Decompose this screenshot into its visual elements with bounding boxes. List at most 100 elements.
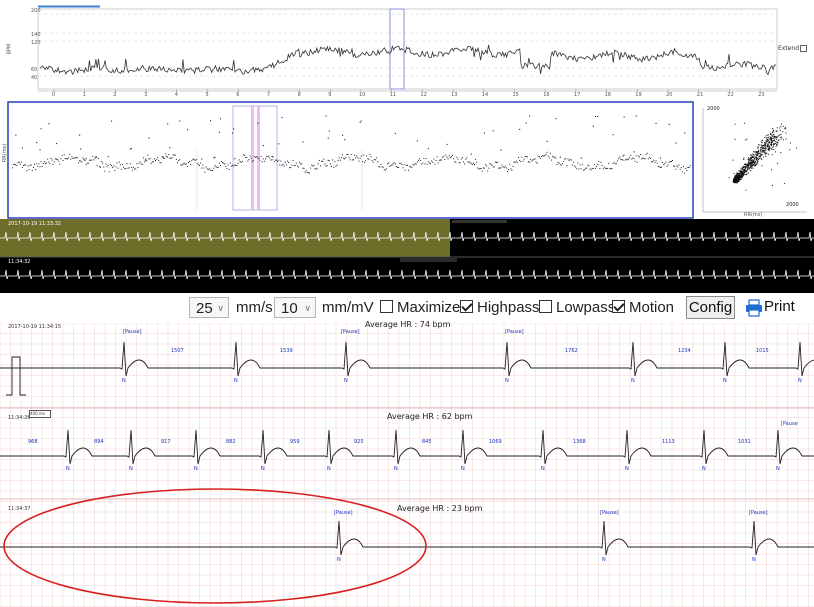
- beat-label: N: [66, 466, 70, 472]
- trend-hour-label: 23: [758, 92, 765, 98]
- speed-select[interactable]: 25 ∨: [189, 297, 229, 318]
- ecg-row1-pause-label-2[interactable]: [Pause]: [341, 329, 360, 335]
- chevron-down-icon: ∨: [217, 303, 224, 313]
- trend-hour-label: 20: [666, 92, 673, 98]
- trend-ytick-40: 40: [31, 75, 38, 81]
- ecg-row3-pause-label-1[interactable]: [Pause]: [334, 510, 353, 516]
- scatter-bottom-label: 2000: [786, 202, 799, 208]
- beat-label: N: [723, 378, 727, 384]
- maximize-checkbox[interactable]: [380, 300, 393, 313]
- beat-label: N: [752, 557, 756, 563]
- lowpass-checkbox[interactable]: [539, 300, 552, 313]
- motion-label[interactable]: Motion: [629, 298, 674, 318]
- highpass-label[interactable]: Highpass: [477, 298, 540, 318]
- print-button[interactable]: Print: [745, 297, 805, 319]
- ecg-row2-interval-8: 1069: [489, 439, 502, 445]
- ecg-row2-timestamp: 11:34:26: [8, 415, 31, 421]
- strip1-timestamp: 2017-10-19 11:33:32: [8, 221, 62, 227]
- ecg-row3-avg-hr: Average HR : 23 bpm: [397, 504, 483, 513]
- gain-value: 10: [281, 300, 298, 317]
- ecg-overview-strips[interactable]: [0, 219, 814, 295]
- gain-select[interactable]: 10 ∨: [274, 297, 316, 318]
- config-button[interactable]: Config: [686, 296, 735, 319]
- speed-unit: mm/s: [236, 299, 273, 316]
- config-button-label: Config: [688, 299, 733, 316]
- lowpass-label[interactable]: Lowpass: [556, 298, 615, 318]
- ecg-row3-pause-label-3[interactable]: [Pause]: [749, 510, 768, 516]
- ecg-row1-interval-5: 1015: [756, 348, 769, 354]
- ecg-row2-interval-10: 1113: [662, 439, 675, 445]
- trend-hour-label: 0: [52, 92, 56, 98]
- rr-y-label: RR(ms): [2, 143, 9, 163]
- ecg-toolbar: 25 ∨ mm/s 10 ∨ mm/mV Maximize Highpass Low…: [0, 293, 814, 323]
- ecg-row2-pause-label-1[interactable]: [Pause: [781, 421, 798, 427]
- trend-hour-label: 15: [512, 92, 519, 98]
- trend-y-label: BPM: [6, 43, 13, 55]
- trend-hour-label: 21: [696, 92, 704, 98]
- ecg-row2-interval-6: 925: [354, 439, 364, 445]
- ecg-row3-pause-label-2[interactable]: [Pause]: [600, 510, 619, 516]
- ecg-row1-pause-label-3[interactable]: [Pause]: [505, 329, 524, 335]
- beat-label: N: [798, 378, 802, 384]
- trend-hour-label: 19: [635, 92, 642, 98]
- trend-hour-label: 12: [420, 92, 427, 98]
- ecg-row1-interval-3: 1762: [565, 348, 578, 354]
- trend-hour-label: 16: [543, 92, 550, 98]
- speed-value: 25: [196, 300, 213, 317]
- ecg-row2-pause-text-1: Pause: [782, 421, 798, 427]
- beat-label: N: [234, 378, 238, 384]
- motion-checkbox[interactable]: [612, 300, 625, 313]
- trend-hour-label: 10: [359, 92, 366, 98]
- trend-ytick-60: 60: [31, 67, 38, 73]
- extend-checkbox[interactable]: Extend: [778, 45, 807, 52]
- ecg-row1-interval-2: 1539: [280, 348, 293, 354]
- beat-label: N: [541, 466, 545, 472]
- ecg-row2-interval-11: 1031: [738, 439, 751, 445]
- beat-label: N: [122, 378, 126, 384]
- extend-checkbox-box[interactable]: [800, 45, 807, 52]
- beat-label: N: [344, 378, 348, 384]
- ecg-row2-avg-hr: Average HR : 62 bpm: [387, 412, 473, 421]
- ecg-detail-panel[interactable]: N N N N N N N N N N N N N N N N N N N N N: [0, 323, 814, 607]
- ecg-row2-interval-5: 959: [290, 439, 300, 445]
- ecg-row2-scale-label: 400 ms: [30, 411, 45, 416]
- trend-hour-label: 7: [266, 92, 271, 98]
- ecg-row3-pause-text-1: Pause: [335, 510, 351, 516]
- ecg-row2-interval-4: 882: [226, 439, 236, 445]
- maximize-label[interactable]: Maximize: [397, 298, 460, 318]
- trend-hour-label: 8: [297, 92, 301, 98]
- scatter-x-label: RR(ms): [744, 212, 763, 218]
- calibration-pulse: [6, 356, 26, 396]
- beat-label: N: [505, 378, 509, 384]
- hr-trend-panel[interactable]: [0, 0, 814, 100]
- ecg-row1-timestamp: 2017-10-19 11:34:15: [8, 324, 62, 330]
- ecg-row1-avg-hr: Average HR : 74 bpm: [365, 320, 451, 329]
- beat-label: N: [129, 466, 133, 472]
- ecg-row2-interval-1: 968: [28, 439, 38, 445]
- chevron-down-icon: ∨: [304, 303, 311, 313]
- ecg-row1-pause-label-1[interactable]: [Pause]: [123, 329, 142, 335]
- ecg-row1-pause-text-3: Pause: [506, 329, 522, 335]
- ecg-row2-interval-9: 1368: [573, 439, 586, 445]
- ecg-row2-interval-7: 845: [422, 439, 432, 445]
- trend-hour-label: 3: [144, 92, 148, 98]
- trend-hour-label: 6: [236, 92, 240, 98]
- ecg-row1-pause-text-2: Pause: [342, 329, 358, 335]
- trend-hour-label: 9: [328, 92, 332, 98]
- beat-label: N: [625, 466, 629, 472]
- ecg-row2-interval-3: 917: [161, 439, 171, 445]
- trend-hour-label: 18: [604, 92, 611, 98]
- rr-interval-panel[interactable]: [0, 100, 814, 220]
- trend-ytick-140: 140: [31, 32, 41, 38]
- beat-label: N: [602, 557, 606, 563]
- highpass-checkbox[interactable]: [460, 300, 473, 313]
- beat-label: N: [327, 466, 331, 472]
- trend-ytick-200: 200: [31, 8, 41, 14]
- ecg-row3-pause-text-2: Pause: [601, 510, 617, 516]
- beat-label: N: [461, 466, 465, 472]
- trend-hour-axis: 0 1 2 3 4 5 6 7 8 9 10 11 12 13 14 15 16 17 18 19 20 21 22 23: [0, 92, 814, 100]
- extend-checkbox-label: Extend: [778, 45, 799, 52]
- trend-hour-label: 5: [205, 92, 209, 98]
- trend-hour-label: 1: [82, 92, 86, 98]
- trend-hour-label: 2: [113, 92, 117, 98]
